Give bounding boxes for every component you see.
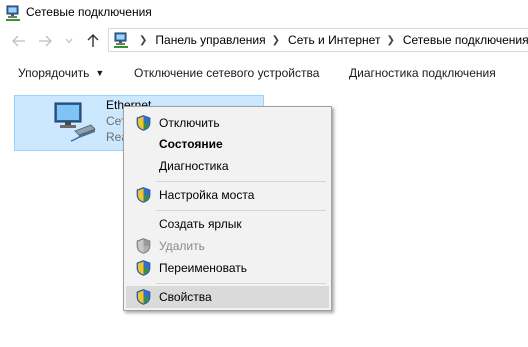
breadcrumb-network-connections[interactable]: Сетевые подключения bbox=[403, 33, 528, 47]
menu-item-label: Свойства bbox=[159, 290, 212, 304]
disable-device-button[interactable]: Отключение сетевого устройства bbox=[134, 66, 319, 80]
arrow-right-icon[interactable] bbox=[36, 32, 54, 50]
uac-shield-icon bbox=[136, 260, 151, 276]
arrow-up-icon[interactable] bbox=[84, 32, 102, 50]
arrow-left-icon[interactable] bbox=[10, 32, 28, 50]
menu-item-status[interactable]: Состояние bbox=[126, 133, 329, 155]
uac-shield-icon bbox=[136, 289, 151, 305]
command-bar: Упорядочить ▼ Отключение сетевого устройс… bbox=[0, 58, 528, 88]
chevron-down-icon[interactable] bbox=[60, 32, 78, 50]
organize-label: Упорядочить bbox=[18, 66, 90, 80]
menu-item-disable[interactable]: Отключить bbox=[126, 112, 329, 134]
uac-shield-icon bbox=[136, 115, 151, 131]
menu-item-label: Создать ярлык bbox=[159, 217, 242, 231]
menu-item-label: Настройка моста bbox=[159, 188, 255, 202]
address-bar[interactable]: ❯ Панель управления ❯ Сеть и Интернет ❯ … bbox=[108, 28, 528, 52]
title-bar: Сетевые подключения bbox=[0, 0, 528, 26]
organize-button[interactable]: Упорядочить ▼ bbox=[18, 66, 104, 80]
menu-item-diagnostics[interactable]: Диагностика bbox=[126, 155, 329, 177]
network-connections-icon bbox=[114, 32, 128, 48]
window-title: Сетевые подключения bbox=[26, 5, 152, 19]
network-connections-icon bbox=[6, 5, 20, 21]
menu-separator bbox=[156, 181, 326, 182]
menu-item-label: Состояние bbox=[159, 137, 223, 151]
menu-item-delete: Удалить bbox=[126, 235, 329, 257]
menu-separator bbox=[156, 283, 326, 284]
breadcrumb-separator-icon: ❯ bbox=[271, 34, 281, 46]
uac-shield-icon bbox=[136, 238, 151, 254]
menu-item-properties[interactable]: Свойства bbox=[126, 286, 329, 308]
menu-item-rename[interactable]: Переименовать bbox=[126, 257, 329, 279]
menu-item-label: Диагностика bbox=[159, 159, 229, 173]
breadcrumb-network-internet[interactable]: Сеть и Интернет bbox=[288, 33, 380, 47]
context-menu: Отключить Состояние Диагностика Настройк… bbox=[123, 106, 332, 311]
breadcrumb-separator-icon: ❯ bbox=[386, 34, 395, 46]
menu-item-label: Удалить bbox=[159, 239, 205, 253]
uac-shield-icon bbox=[136, 187, 151, 203]
breadcrumb-separator-icon: ❯ bbox=[139, 34, 148, 46]
breadcrumb-control-panel[interactable]: Панель управления bbox=[155, 33, 265, 47]
diagnose-connection-button[interactable]: Диагностика подключения bbox=[349, 66, 496, 80]
menu-item-bridge[interactable]: Настройка моста bbox=[126, 184, 329, 206]
caret-down-icon: ▼ bbox=[95, 68, 105, 78]
menu-item-label: Отключить bbox=[159, 116, 220, 130]
menu-separator bbox=[156, 210, 326, 211]
ethernet-adapter-icon bbox=[54, 102, 96, 142]
navigation-bar: ❯ Панель управления ❯ Сеть и Интернет ❯ … bbox=[0, 26, 528, 56]
menu-item-create-shortcut[interactable]: Создать ярлык bbox=[126, 213, 329, 235]
menu-item-label: Переименовать bbox=[159, 261, 247, 275]
